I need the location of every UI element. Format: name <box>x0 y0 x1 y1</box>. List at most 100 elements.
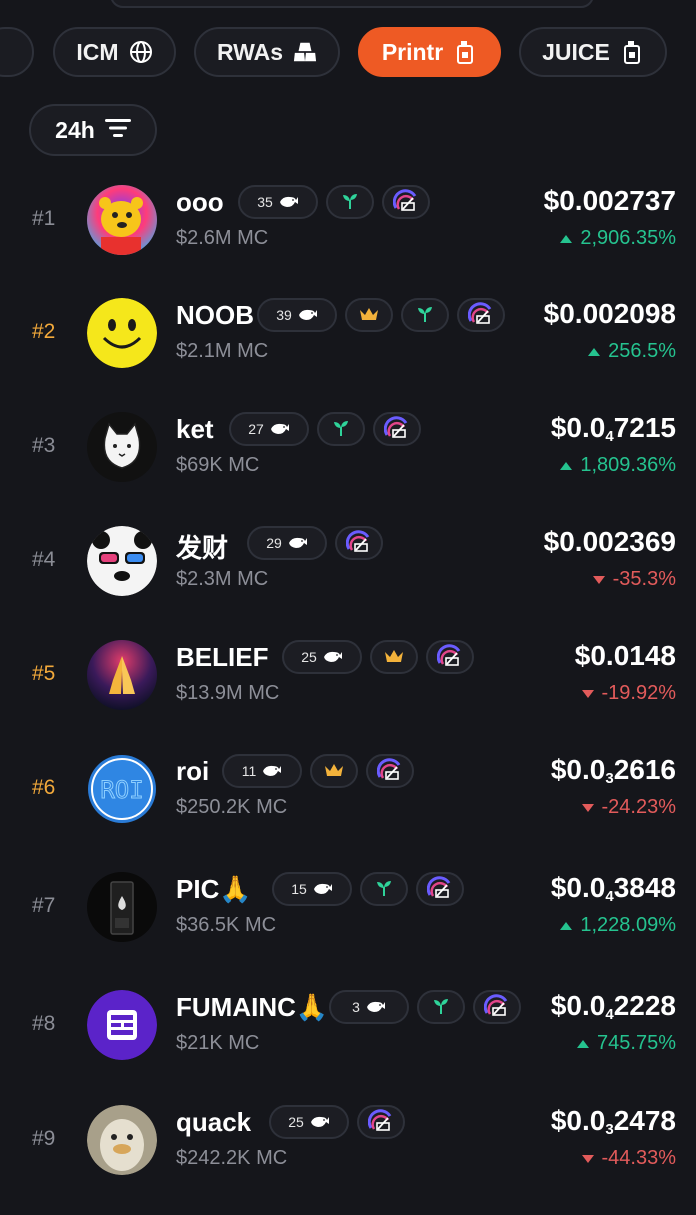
rank-label: #6 <box>32 776 56 799</box>
sprout-badge <box>326 185 374 219</box>
market-cap: $2.6M MC <box>176 227 269 249</box>
yellow-bear-avatar[interactable] <box>87 185 157 255</box>
price-zero-count: 3 <box>605 770 614 787</box>
token-row[interactable]: #3 ket $69K MC 27 $0.047215 1,809.36% <box>0 412 696 522</box>
market-cap: $21K MC <box>176 1032 260 1054</box>
duck-avatar[interactable] <box>87 1105 157 1175</box>
token-row[interactable]: #2 NOOB $2.1M MC 39 $0.002098 256.5% <box>0 298 696 408</box>
token-badges: 11 <box>222 754 414 788</box>
rank-label: #4 <box>32 548 56 571</box>
token-row[interactable]: #8 FUMAINC🙏 $21K MC 3 $0.042228 745.75% <box>0 990 696 1100</box>
device-avatar[interactable] <box>87 872 157 942</box>
rank-label: #8 <box>32 1012 56 1035</box>
triangle-up-icon <box>577 1039 590 1048</box>
holder-count: 15 <box>291 881 307 897</box>
holders-badge: 35 <box>238 185 318 219</box>
market-cap: $36.5K MC <box>176 914 277 936</box>
whale-icon <box>366 999 386 1016</box>
holder-count: 3 <box>352 999 360 1015</box>
price-zero-count: 3 <box>605 1121 614 1138</box>
market-cap: $69K MC <box>176 454 260 476</box>
top-search-bar-edge[interactable] <box>110 0 594 8</box>
token-price: $0.032616 <box>551 754 676 787</box>
svg-text:ROI: ROI <box>100 776 143 804</box>
token-name: BELIEF <box>176 642 269 672</box>
price-tail: 2616 <box>613 754 676 785</box>
token-name: FUMAINC🙏 <box>176 992 329 1022</box>
token-row[interactable]: #1 ooo $2.6M MC 35 $0.002737 2,906.35% <box>0 185 696 295</box>
change-value: -19.92% <box>601 682 677 704</box>
launchpad-icon <box>426 875 453 904</box>
filter-chip-label: Printr <box>381 38 444 65</box>
token-row[interactable]: #5 BELIEF $13.9M MC 25 $0.0148 -19.92% <box>0 640 696 750</box>
price-zero-count: 4 <box>605 888 614 905</box>
price-change: -19.92% <box>581 682 677 705</box>
change-value: -24.23% <box>601 796 677 818</box>
token-name: 发财 <box>176 533 229 563</box>
panda-avatar[interactable] <box>87 526 157 596</box>
whale-icon <box>279 194 299 211</box>
triangle-up-icon <box>588 347 601 356</box>
cat-avatar[interactable] <box>87 412 157 482</box>
filter-chip-icm[interactable]: ICM <box>53 27 176 77</box>
price-main: $0.0148 <box>574 640 676 671</box>
filter-chip-juice[interactable]: JUICE <box>519 27 667 77</box>
price-change: -24.23% <box>581 796 677 819</box>
market-cap: $2.3M MC <box>176 568 269 590</box>
launchpad-badge <box>366 754 414 788</box>
launchpad-icon <box>345 529 372 558</box>
launchpad-icon <box>367 1108 394 1137</box>
market-cap: $2.1M MC <box>176 340 269 362</box>
period-selector-button[interactable]: 24h <box>29 104 157 156</box>
price-tail: 2228 <box>613 990 676 1021</box>
triangle-up-icon <box>560 921 573 930</box>
triangle-up-icon <box>560 234 573 243</box>
praying-hands-avatar[interactable] <box>87 640 157 710</box>
token-row[interactable]: #6 ROI roi $250.2K MC 11 $0.032616 -24.2… <box>0 754 696 864</box>
token-row[interactable]: #7 PIC🙏 $36.5K MC 15 $0.043848 1,228.09% <box>0 872 696 982</box>
period-label: 24h <box>55 116 95 143</box>
token-name: quack <box>176 1107 252 1137</box>
sprout-icon <box>341 192 359 213</box>
price-main: $0.0 <box>550 1105 606 1136</box>
launchpad-icon <box>376 757 403 786</box>
filter-chip-rwas[interactable]: RWAs <box>194 27 340 77</box>
triangle-up-icon <box>560 461 573 470</box>
launchpad-badge <box>373 412 421 446</box>
token-row[interactable]: #9 quack $242.2K MC 25 $0.032478 -44.33% <box>0 1105 696 1215</box>
filter-chip-printr[interactable]: Printr <box>358 27 501 77</box>
rank-label: #5 <box>32 662 56 685</box>
change-value: 2,906.35% <box>580 227 676 249</box>
purple-logo-avatar[interactable] <box>87 990 157 1060</box>
holder-count: 25 <box>301 649 317 665</box>
change-value: 1,809.36% <box>580 454 676 476</box>
price-main: $0.0 <box>550 990 606 1021</box>
holder-count: 29 <box>266 535 282 551</box>
price-change: -35.3% <box>592 568 676 591</box>
rank-label: #2 <box>32 320 56 343</box>
smiley-avatar[interactable] <box>87 298 157 368</box>
whale-icon <box>323 649 343 666</box>
roi-text-avatar[interactable]: ROI <box>87 754 157 824</box>
launchpad-badge <box>335 526 383 560</box>
price-main: $0.002098 <box>543 298 676 329</box>
launchpad-badge <box>357 1105 405 1139</box>
change-value: 256.5% <box>608 340 676 362</box>
price-main: $0.002369 <box>543 526 676 557</box>
holders-badge: 27 <box>229 412 309 446</box>
token-badges: 29 <box>247 526 383 560</box>
token-badges: 25 <box>269 1105 405 1139</box>
price-main: $0.002737 <box>543 185 676 216</box>
token-badges: 15 <box>272 872 464 906</box>
launchpad-badge <box>473 990 521 1024</box>
market-cap: $13.9M MC <box>176 682 280 704</box>
crown-badge <box>370 640 418 674</box>
holders-badge: 39 <box>257 298 337 332</box>
token-row[interactable]: #4 发财 $2.3M MC 29 $0.002369 -35.3% <box>0 526 696 636</box>
token-price: $0.032478 <box>551 1105 676 1138</box>
sprout-badge <box>417 990 465 1024</box>
launchpad-icon <box>436 643 463 672</box>
sprout-icon <box>432 997 450 1018</box>
market-cap: $250.2K MC <box>176 796 288 818</box>
launchpad-icon <box>467 301 494 330</box>
